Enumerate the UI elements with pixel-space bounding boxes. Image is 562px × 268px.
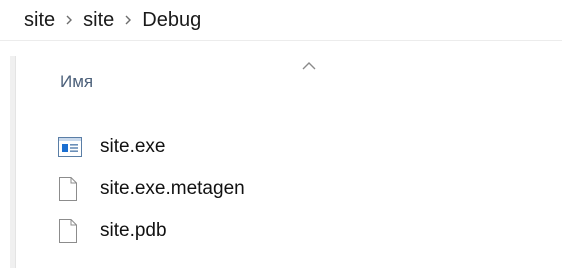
file-list: site.exe site.exe.metagen site.pdb <box>58 126 478 252</box>
file-icon <box>58 176 88 202</box>
column-header-name[interactable]: Имя <box>60 72 93 92</box>
toolbar-divider <box>0 40 562 41</box>
chevron-right-icon[interactable] <box>116 8 140 32</box>
file-row-site-exe[interactable]: site.exe <box>58 126 478 168</box>
file-row-site-exe-metagen[interactable]: site.exe.metagen <box>58 168 478 210</box>
file-name: site.exe.metagen <box>100 178 245 199</box>
breadcrumb-item-site-2[interactable]: site <box>81 9 116 32</box>
file-icon <box>58 218 88 244</box>
navigation-pane-edge[interactable] <box>10 56 16 268</box>
chevron-right-icon[interactable] <box>57 8 81 32</box>
sort-ascending-icon <box>301 58 317 70</box>
exe-icon <box>58 134 88 160</box>
breadcrumb: site site Debug <box>0 0 562 40</box>
file-name: site.pdb <box>100 220 167 241</box>
breadcrumb-item-site[interactable]: site <box>22 9 57 32</box>
file-row-site-pdb[interactable]: site.pdb <box>58 210 478 252</box>
breadcrumb-item-debug[interactable]: Debug <box>140 9 203 32</box>
file-name: site.exe <box>100 136 166 157</box>
